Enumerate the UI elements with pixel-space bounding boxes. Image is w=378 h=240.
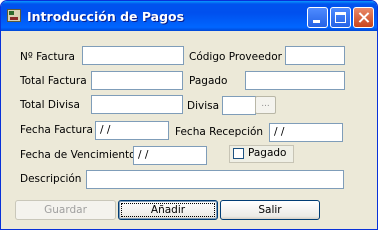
descripcion-input[interactable]	[86, 170, 344, 189]
app-icon	[7, 9, 21, 22]
divisa-browse-button[interactable]: ...	[255, 96, 276, 114]
fecha-recepcion-input[interactable]: / /	[269, 123, 343, 142]
minimize-icon[interactable]	[307, 7, 328, 28]
total-divisa-label: Total Divisa	[20, 99, 80, 111]
n-factura-label: Nº Factura	[20, 51, 75, 63]
salir-button[interactable]: Salir	[220, 200, 320, 220]
close-icon[interactable]	[353, 7, 374, 28]
n-factura-input[interactable]	[82, 46, 184, 65]
total-factura-label: Total Factura	[20, 75, 87, 87]
total-factura-input[interactable]	[91, 71, 183, 90]
divisa-input[interactable]	[222, 96, 256, 115]
pagado-checkbox-group[interactable]: Pagado	[229, 145, 294, 163]
fecha-vencimiento-input[interactable]: / /	[133, 146, 207, 165]
payments-dialog: Introducción de Pagos Nº Factura Código …	[0, 0, 378, 230]
fecha-recepcion-label: Fecha Recepción	[175, 126, 264, 138]
maximize-icon[interactable]	[330, 7, 351, 28]
pagado-checkbox-label: Pagado	[248, 147, 287, 159]
total-divisa-input[interactable]	[91, 95, 183, 114]
codigo-proveedor-label: Código Proveedor	[189, 51, 282, 63]
guardar-button[interactable]: Guardar	[15, 200, 116, 220]
descripcion-label: Descripción	[20, 173, 82, 185]
pagado-input[interactable]	[245, 71, 345, 90]
fecha-vencimiento-label: Fecha de Vencimiento	[20, 149, 136, 161]
divisa-label: Divisa	[187, 100, 220, 112]
codigo-proveedor-input[interactable]	[285, 46, 345, 65]
fecha-factura-label: Fecha Factura	[20, 124, 93, 136]
title-bar[interactable]: Introducción de Pagos	[1, 1, 377, 31]
anadir-button[interactable]: Añadir	[118, 200, 218, 220]
pagado-checkbox[interactable]	[233, 148, 244, 159]
fecha-factura-input[interactable]: / /	[95, 121, 169, 140]
pagado-label: Pagado	[189, 75, 228, 87]
window-title: Introducción de Pagos	[27, 9, 185, 24]
